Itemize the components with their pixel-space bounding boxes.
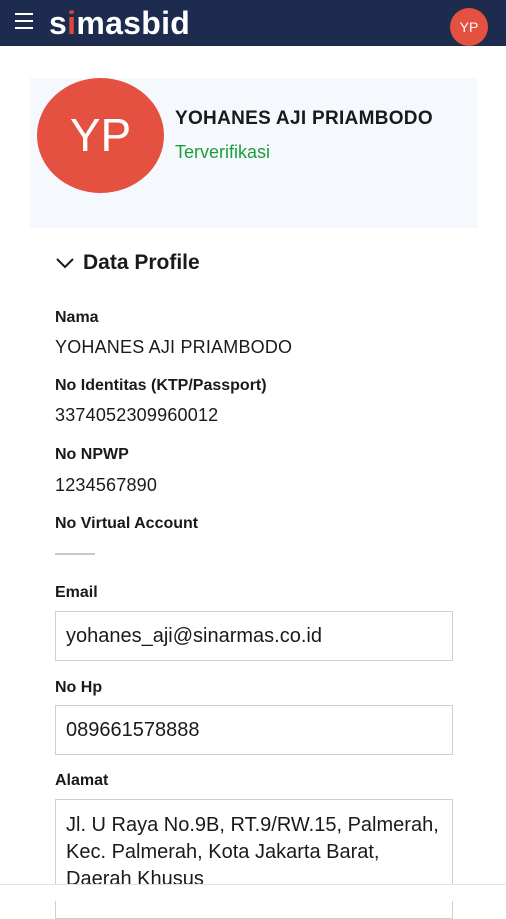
simasbid-logo[interactable]: simasbid: [49, 4, 190, 42]
profile-avatar: YP: [37, 78, 164, 193]
bottom-bar: [0, 884, 506, 901]
logo-prefix: s: [49, 5, 68, 41]
npwp-label: No NPWP: [55, 446, 129, 463]
npwp-value: 1234567890: [55, 475, 158, 495]
verification-status: Terverifikasi: [175, 142, 271, 162]
section-title: Data Profile: [83, 251, 200, 274]
nama-label: Nama: [55, 309, 99, 326]
virtual-account-empty-dash: [55, 553, 95, 555]
identitas-label: No Identitas (KTP/Passport): [55, 377, 267, 394]
logo-accent: i: [67, 5, 77, 41]
nama-value: YOHANES AJI PRIAMBODO: [55, 337, 293, 357]
top-app-bar: simasbid YP: [0, 0, 506, 46]
virtual-account-label: No Virtual Account: [55, 515, 199, 532]
chevron-down-icon: [56, 258, 74, 269]
logo-suffix: masbid: [76, 5, 191, 41]
phone-field[interactable]: [55, 705, 453, 755]
data-profile-section-toggle[interactable]: Data Profile: [55, 249, 200, 277]
email-label: Email: [55, 584, 98, 601]
email-field[interactable]: [55, 611, 453, 661]
identitas-value: 3374052309960012: [55, 405, 219, 425]
alamat-label: Alamat: [55, 772, 109, 789]
address-field[interactable]: Jl. U Raya No.9B, RT.9/RW.15, Palmerah, …: [55, 799, 453, 919]
hamburger-menu-icon[interactable]: [15, 13, 33, 29]
profile-name: YOHANES AJI PRIAMBODO: [175, 108, 433, 129]
user-avatar-button[interactable]: YP: [450, 8, 488, 46]
hp-label: No Hp: [55, 679, 103, 696]
